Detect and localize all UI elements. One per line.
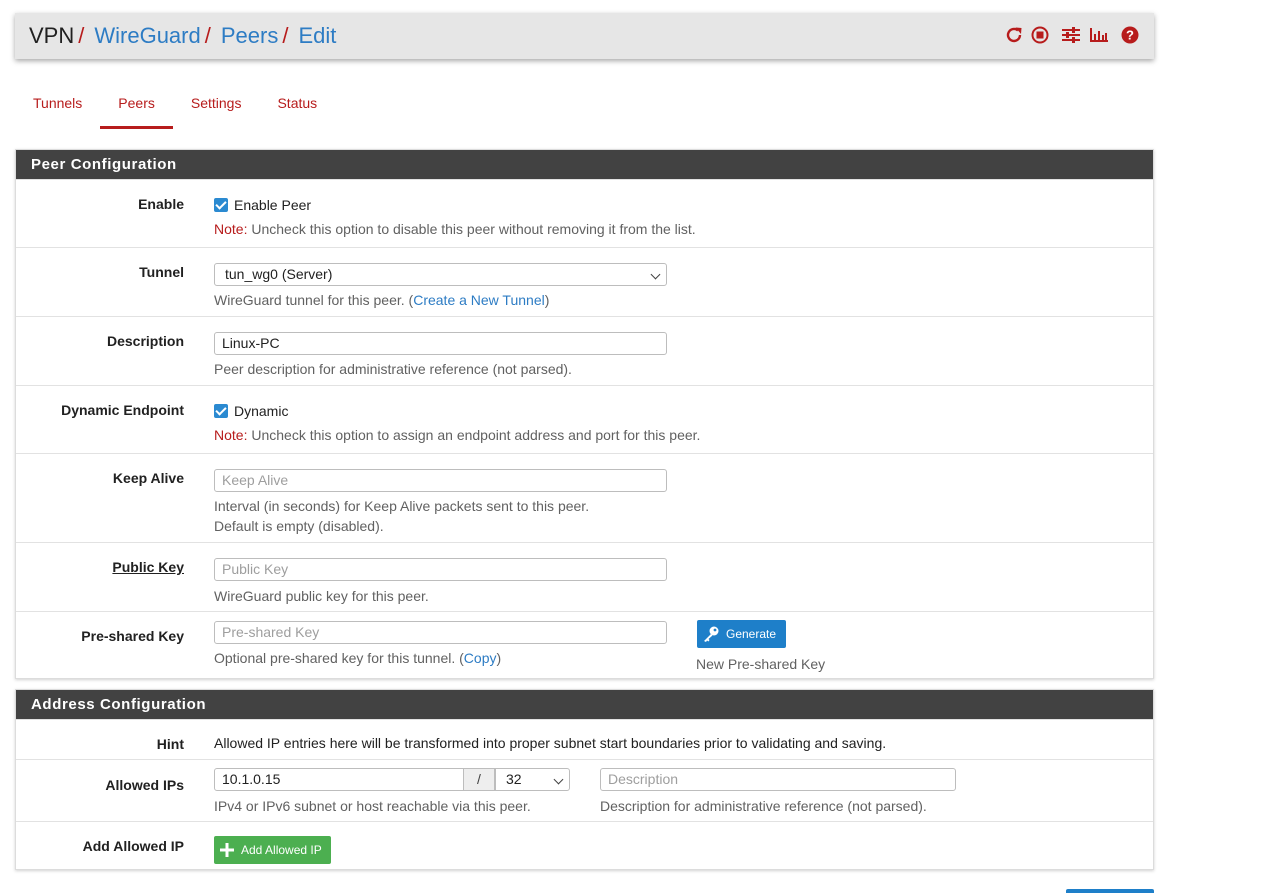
- enable-note-prefix: Note:: [214, 221, 248, 237]
- tunnel-select[interactable]: tun_wg0 (Server): [214, 263, 667, 286]
- enable-row: Enable Enable Peer Note: Uncheck this op…: [16, 179, 1153, 247]
- breadcrumb-separator: /: [282, 23, 289, 48]
- page: VPN / WireGuard / Peers / Edit ? Tunnels…: [0, 0, 1264, 893]
- subnet-slash: /: [463, 768, 495, 791]
- dynamic-checkbox-label: Dynamic: [234, 402, 289, 419]
- generate-help: New Pre-shared Key: [696, 656, 826, 672]
- tunnel-label: Tunnel: [139, 264, 184, 280]
- add-allowed-ip-label: Add Allowed IP: [82, 838, 184, 854]
- enable-label: Enable: [138, 196, 184, 212]
- allowed-ip-description-input[interactable]: Description: [600, 768, 956, 791]
- keep-alive-label: Keep Alive: [112, 470, 184, 486]
- breadcrumb-vpn: VPN: [29, 23, 75, 48]
- add-allowed-ip-row: Add Allowed IP Add Allowed IP: [16, 821, 1153, 870]
- help-icon[interactable]: ?: [1120, 25, 1140, 45]
- tunnel-help: WireGuard tunnel for this peer. (Create …: [214, 290, 549, 310]
- dynamic-endpoint-label: Dynamic Endpoint: [61, 402, 184, 418]
- enable-note: Note: Uncheck this option to disable thi…: [214, 219, 696, 239]
- tunnel-help-text: WireGuard tunnel for this peer. (: [214, 292, 414, 308]
- header-icons: ?: [1004, 25, 1140, 45]
- breadcrumb-separator: /: [78, 23, 85, 48]
- breadcrumb-peers[interactable]: Peers: [221, 23, 278, 49]
- copy-link[interactable]: Copy: [464, 650, 497, 666]
- public-key-label[interactable]: Public Key: [16, 559, 184, 575]
- add-allowed-ip-button-label: Add Allowed IP: [241, 843, 322, 857]
- dynamic-note-text: Uncheck this option to assign an endpoin…: [247, 427, 701, 443]
- tunnel-row: Tunnel tun_wg0 (Server) WireGuard tunnel…: [16, 247, 1153, 316]
- enable-peer-checkbox-label: Enable Peer: [234, 196, 312, 213]
- generate-button[interactable]: Generate: [697, 620, 787, 648]
- keep-alive-row: Keep Alive Keep Alive Interval (in secon…: [16, 453, 1153, 542]
- tab-bar: Tunnels Peers Settings Status: [15, 88, 335, 129]
- allowed-ips-row: Allowed IPs 10.1.0.15 / 32 IPv4 or IPv6 …: [16, 759, 1153, 821]
- breadcrumb-wireguard[interactable]: WireGuard: [94, 23, 200, 49]
- address-configuration-heading: Address Configuration: [16, 690, 1153, 719]
- save-button[interactable]: [1066, 889, 1154, 893]
- chevron-down-icon: [553, 774, 564, 785]
- preshared-key-help-suffix: ): [496, 650, 502, 666]
- header-bar: VPN / WireGuard / Peers / Edit ?: [15, 13, 1154, 59]
- plus-icon: [220, 843, 234, 857]
- dynamic-note-prefix: Note:: [214, 427, 248, 443]
- allowed-ip-address-input[interactable]: 10.1.0.15: [214, 768, 464, 791]
- breadcrumb-edit[interactable]: Edit: [298, 23, 336, 49]
- add-allowed-ip-button[interactable]: Add Allowed IP: [214, 836, 331, 864]
- public-key-row: Public Key Public Key WireGuard public k…: [16, 542, 1153, 611]
- dynamic-checkbox[interactable]: [214, 403, 228, 418]
- preshared-key-help-text: Optional pre-shared key for this tunnel.…: [214, 650, 464, 666]
- generate-button-label: Generate: [726, 627, 777, 641]
- keep-alive-help-line2: Default is empty (disabled).: [214, 518, 384, 534]
- create-new-tunnel-link[interactable]: Create a New Tunnel: [413, 292, 545, 308]
- peer-configuration-panel: Peer Configuration Enable Enable Peer No…: [15, 149, 1154, 679]
- reload-icon[interactable]: [1004, 25, 1024, 45]
- allowed-ip-description-help: Description for administrative reference…: [600, 798, 927, 814]
- dynamic-endpoint-row: Dynamic Endpoint Dynamic Note: Uncheck t…: [16, 385, 1153, 453]
- tunnel-help-suffix: ): [544, 292, 550, 308]
- chevron-down-icon: [650, 269, 661, 280]
- tab-status[interactable]: Status: [259, 88, 335, 129]
- tab-tunnels[interactable]: Tunnels: [15, 88, 100, 129]
- dynamic-endpoint-note: Note: Uncheck this option to assign an e…: [214, 425, 700, 445]
- svg-text:?: ?: [1126, 28, 1134, 43]
- description-label: Description: [106, 333, 184, 349]
- preshared-key-input[interactable]: Pre-shared Key: [214, 621, 667, 644]
- subnet-mask-value: 32: [506, 771, 522, 787]
- key-icon: [704, 626, 719, 642]
- keep-alive-help: Interval (in seconds) for Keep Alive pac…: [214, 496, 589, 536]
- tunnel-select-value: tun_wg0 (Server): [225, 266, 333, 282]
- preshared-key-row: Pre-shared Key Pre-shared Key Optional p…: [16, 611, 1153, 679]
- address-configuration-panel: Address Configuration Hint Allowed IP en…: [15, 689, 1154, 870]
- peer-configuration-heading: Peer Configuration: [16, 150, 1153, 179]
- subnet-mask-select[interactable]: 32: [495, 768, 570, 791]
- hint-text: Allowed IP entries here will be transfor…: [214, 735, 887, 751]
- enable-peer-checkbox[interactable]: [214, 197, 228, 212]
- keep-alive-input[interactable]: Keep Alive: [214, 469, 667, 492]
- breadcrumb-separator: /: [204, 23, 211, 48]
- allowed-ips-help: IPv4 or IPv6 subnet or host reachable vi…: [214, 798, 531, 814]
- description-input[interactable]: Linux-PC: [214, 332, 667, 355]
- keep-alive-help-line1: Interval (in seconds) for Keep Alive pac…: [214, 498, 590, 514]
- allowed-ips-label: Allowed IPs: [105, 777, 184, 793]
- public-key-input[interactable]: Public Key: [214, 558, 667, 581]
- dynamic-checkbox-group[interactable]: Dynamic: [214, 402, 288, 420]
- bar-chart-icon[interactable]: [1088, 25, 1110, 45]
- enable-note-text: Uncheck this option to disable this peer…: [247, 221, 696, 237]
- description-row: Description Linux-PC Peer description fo…: [16, 316, 1153, 385]
- tab-peers[interactable]: Peers: [100, 88, 173, 129]
- preshared-key-label: Pre-shared Key: [81, 628, 184, 644]
- preshared-key-help: Optional pre-shared key for this tunnel.…: [214, 648, 501, 668]
- hint-row: Hint Allowed IP entries here will be tra…: [16, 719, 1153, 759]
- sliders-icon[interactable]: [1060, 25, 1082, 45]
- public-key-help: WireGuard public key for this peer.: [214, 588, 429, 604]
- enable-checkbox-group[interactable]: Enable Peer: [214, 196, 311, 214]
- breadcrumb: VPN / WireGuard / Peers / Edit: [29, 23, 336, 49]
- description-help: Peer description for administrative refe…: [214, 361, 572, 377]
- stop-icon[interactable]: [1030, 25, 1050, 45]
- tab-settings[interactable]: Settings: [173, 88, 260, 129]
- hint-label: Hint: [156, 736, 184, 752]
